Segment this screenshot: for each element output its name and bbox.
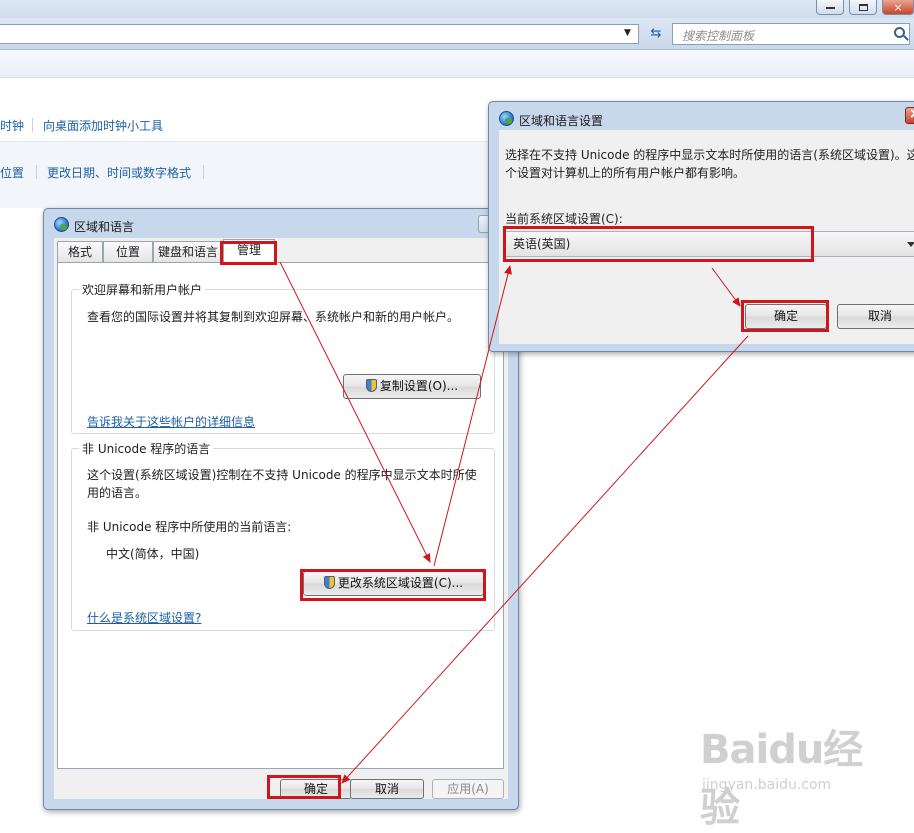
- baidu-watermark: Baidu经验 jingyan.baidu.com: [700, 717, 870, 831]
- arrow-button-to-select: [433, 265, 512, 567]
- arrow-select-to-ok: [711, 267, 741, 307]
- arrow-tab-to-button: [279, 261, 431, 563]
- baidu-logo: Baidu经验: [700, 727, 863, 831]
- annotation-arrows: [279, 261, 749, 784]
- watermark-url: jingyan.baidu.com: [702, 777, 832, 793]
- arrow-ok-to-region-ok: [341, 335, 749, 784]
